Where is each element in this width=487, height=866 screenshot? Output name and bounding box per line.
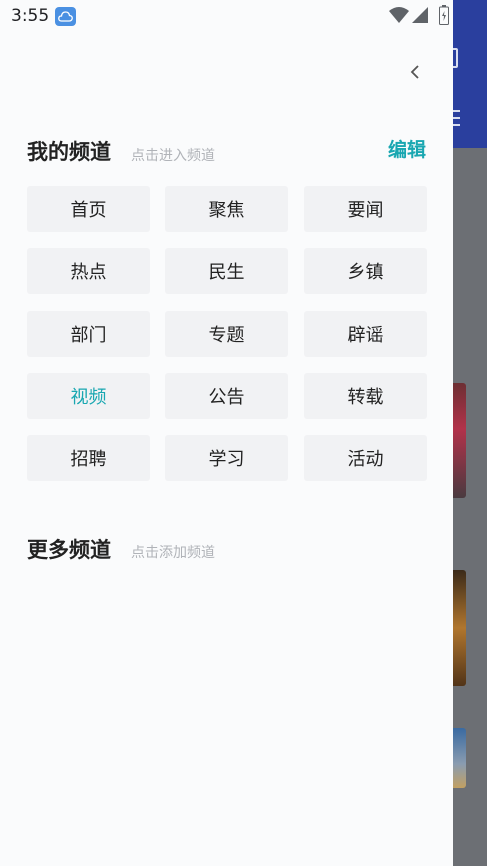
channel-chip[interactable]: 视频 [27, 373, 150, 419]
channel-chip[interactable]: 民生 [165, 248, 288, 294]
channel-chip[interactable]: 招聘 [27, 435, 150, 481]
battery-icon [439, 5, 449, 25]
channel-chip[interactable]: 聚焦 [165, 186, 288, 232]
wifi-icon [389, 7, 409, 23]
channel-chip[interactable]: 活动 [304, 435, 427, 481]
more-channels-hint: 点击添加频道 [131, 545, 215, 561]
edit-button[interactable]: 编辑 [388, 135, 426, 162]
more-channels-title: 更多频道 [27, 538, 111, 562]
channel-chip[interactable]: 要闻 [304, 186, 427, 232]
cloud-icon [55, 7, 76, 26]
status-bar: 3:55 [0, 0, 453, 32]
channel-chip[interactable]: 公告 [165, 373, 288, 419]
background-thumbnail [453, 728, 466, 788]
channel-chip[interactable]: 乡镇 [304, 248, 427, 294]
channel-chip[interactable]: 学习 [165, 435, 288, 481]
status-time: 3:55 [11, 6, 50, 26]
channel-chip[interactable]: 部门 [27, 311, 150, 357]
signal-icon [412, 7, 428, 23]
channel-chip[interactable]: 转载 [304, 373, 427, 419]
my-channels-hint: 点击进入频道 [131, 148, 215, 164]
my-channels-title: 我的频道 [27, 140, 111, 164]
background-thumbnail [453, 383, 466, 498]
channel-chip[interactable]: 辟谣 [304, 311, 427, 357]
channel-drawer: 我的频道 点击进入频道 编辑 首页 聚焦 要闻热点 民生 乡镇部门 专题 辟谣视频 公告 转载招… [0, 32, 453, 866]
channel-chip[interactable]: 首页 [27, 186, 150, 232]
chevron-left-icon[interactable] [405, 60, 425, 84]
background-thumbnail [453, 570, 466, 686]
channel-chip[interactable]: 热点 [27, 248, 150, 294]
channel-chip[interactable]: 专题 [165, 311, 288, 357]
